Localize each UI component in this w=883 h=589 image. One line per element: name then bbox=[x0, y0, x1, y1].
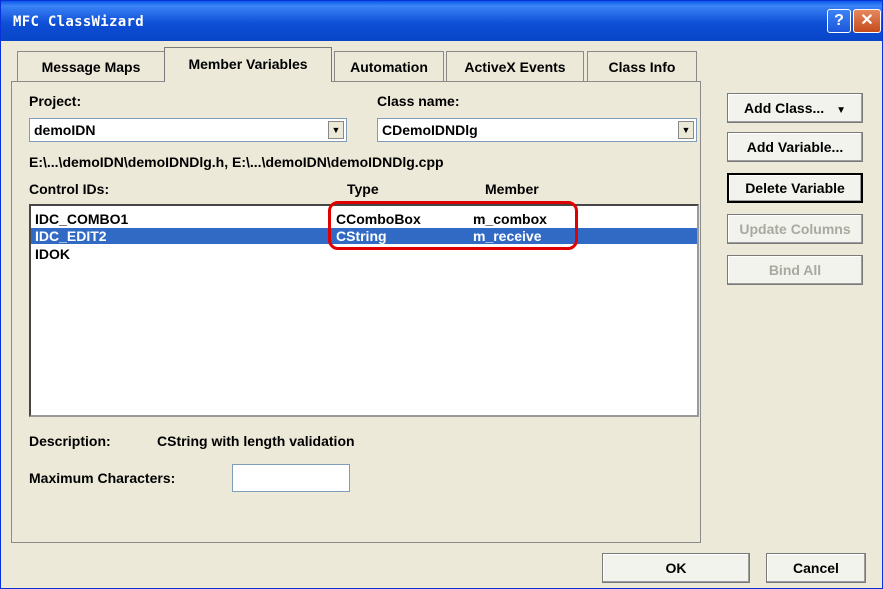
annotation-highlight bbox=[328, 201, 578, 250]
project-combo[interactable]: demoIDN ▼ bbox=[29, 118, 347, 142]
description-value: CString with length validation bbox=[157, 433, 355, 449]
cancel-button[interactable]: Cancel bbox=[766, 553, 866, 583]
max-characters-label: Maximum Characters: bbox=[29, 470, 176, 486]
file-path-text: E:\...\demoIDN\demoIDNDlg.h, E:\...\demo… bbox=[29, 154, 444, 170]
tab-automation[interactable]: Automation bbox=[334, 51, 444, 81]
column-header-control-ids: Control IDs: bbox=[29, 181, 110, 197]
class-name-combo[interactable]: CDemoIDNDlg ▼ bbox=[377, 118, 697, 142]
project-label: Project: bbox=[29, 93, 82, 109]
class-name-value: CDemoIDNDlg bbox=[382, 122, 478, 138]
tab-message-maps[interactable]: Message Maps bbox=[17, 51, 165, 81]
tab-activex-events[interactable]: ActiveX Events bbox=[446, 51, 584, 81]
window-title: MFC ClassWizard bbox=[13, 14, 144, 30]
close-icon[interactable]: ✕ bbox=[853, 9, 881, 33]
dropdown-arrow-icon: ▼ bbox=[836, 105, 846, 116]
list-item-id: IDC_COMBO1 bbox=[35, 211, 129, 227]
project-value: demoIDN bbox=[34, 122, 96, 138]
max-characters-input[interactable] bbox=[232, 464, 350, 492]
ok-button[interactable]: OK bbox=[602, 553, 750, 583]
chevron-down-icon[interactable]: ▼ bbox=[678, 121, 694, 139]
class-name-label: Class name: bbox=[377, 93, 460, 109]
add-variable-button[interactable]: Add Variable... bbox=[727, 132, 863, 162]
column-header-type[interactable]: Type bbox=[347, 181, 379, 197]
delete-variable-button[interactable]: Delete Variable bbox=[727, 173, 863, 203]
description-label: Description: bbox=[29, 433, 111, 449]
help-icon[interactable]: ? bbox=[827, 9, 851, 33]
bind-all-button[interactable]: Bind All bbox=[727, 255, 863, 285]
mfc-classwizard-dialog: MFC ClassWizard ? ✕ Message Maps Member … bbox=[0, 0, 883, 589]
tab-class-info[interactable]: Class Info bbox=[587, 51, 697, 81]
column-header-member[interactable]: Member bbox=[485, 181, 539, 197]
chevron-down-icon[interactable]: ▼ bbox=[328, 121, 344, 139]
list-item-id: IDOK bbox=[35, 246, 70, 262]
add-class-button[interactable]: Add Class... ▼ bbox=[727, 93, 863, 123]
add-class-label: Add Class... bbox=[744, 100, 825, 116]
title-bar[interactable]: MFC ClassWizard ? ✕ bbox=[1, 1, 882, 41]
update-columns-button[interactable]: Update Columns bbox=[727, 214, 863, 244]
list-item-id: IDC_EDIT2 bbox=[35, 228, 107, 244]
tab-member-variables[interactable]: Member Variables bbox=[164, 47, 332, 82]
